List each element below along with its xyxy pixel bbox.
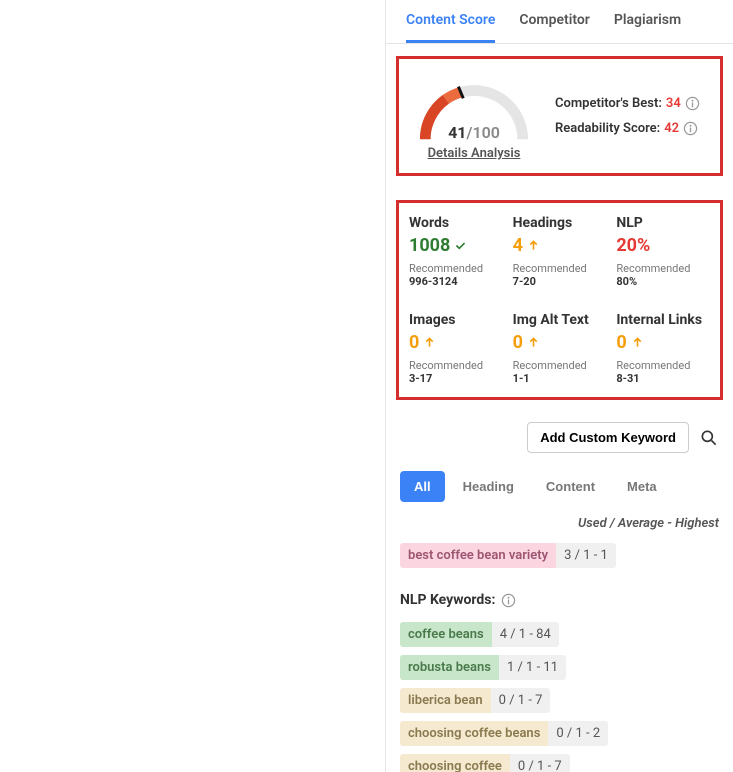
filter-content[interactable]: Content xyxy=(532,471,609,502)
metric-headings: Headings 4 Recommended7-20 xyxy=(513,215,607,288)
competitor-best-row: Competitor's Best: 34 xyxy=(555,96,700,111)
keyword-label: choosing coffee xyxy=(400,754,510,772)
nlp-keywords: coffee beans4 / 1 - 84 robusta beans1 / 1… xyxy=(386,616,733,772)
readability-label: Readability Score: xyxy=(555,121,660,136)
metric-rec-value: 8-31 xyxy=(616,372,710,385)
tabs: Content Score Competitor Plagiarism xyxy=(386,0,733,44)
keyword-stat: 0 / 1 - 7 xyxy=(510,754,570,772)
nlp-section-title: NLP Keywords: xyxy=(386,574,733,616)
info-icon[interactable] xyxy=(501,593,516,608)
readability-row: Readability Score: 42 xyxy=(555,121,700,136)
info-icon[interactable] xyxy=(683,121,698,136)
tab-plagiarism[interactable]: Plagiarism xyxy=(614,12,681,43)
keyword-stat: 0 / 1 - 7 xyxy=(491,688,551,713)
toolbar: Add Custom Keyword xyxy=(386,412,733,463)
keyword-chip[interactable]: best coffee bean variety3 / 1 - 1 xyxy=(400,543,616,568)
keyword-label: liberica bean xyxy=(400,688,491,713)
metric-title: Img Alt Text xyxy=(513,312,607,328)
score-info: Competitor's Best: 34 Readability Score:… xyxy=(555,96,700,136)
metric-rec-label: Recommended xyxy=(513,359,607,372)
keyword-stat: 3 / 1 - 1 xyxy=(556,543,616,568)
metric-rec-label: Recommended xyxy=(409,262,503,275)
filter-meta[interactable]: Meta xyxy=(613,471,671,502)
tab-competitor[interactable]: Competitor xyxy=(519,12,589,43)
readability-value: 42 xyxy=(664,121,679,136)
info-icon[interactable] xyxy=(685,96,700,111)
metric-title: Images xyxy=(409,312,503,328)
competitor-best-value: 34 xyxy=(666,96,681,111)
keyword-label: choosing coffee beans xyxy=(400,721,548,746)
metric-rec-value: 3-17 xyxy=(409,372,503,385)
nlp-section-label: NLP Keywords: xyxy=(400,592,495,608)
score-max: /100 xyxy=(466,123,500,142)
metric-value: 0 xyxy=(513,332,607,353)
metric-images: Images 0 Recommended3-17 xyxy=(409,312,503,385)
keyword-chip[interactable]: liberica bean0 / 1 - 7 xyxy=(400,688,550,713)
gauge: 41/100 Details Analysis xyxy=(409,71,539,161)
metric-rec-label: Recommended xyxy=(409,359,503,372)
metric-title: Internal Links xyxy=(616,312,710,328)
metric-rec-value: 1-1 xyxy=(513,372,607,385)
score-panel: 41/100 Details Analysis Competitor's Bes… xyxy=(396,56,723,176)
filter-heading[interactable]: Heading xyxy=(449,471,528,502)
metric-rec-label: Recommended xyxy=(616,262,710,275)
keyword-label: best coffee bean variety xyxy=(400,543,556,568)
competitor-best-label: Competitor's Best: xyxy=(555,96,662,111)
metric-value: 4 xyxy=(513,235,607,256)
check-icon xyxy=(454,239,467,252)
score-value: 41 xyxy=(448,123,466,142)
metric-title: Words xyxy=(409,215,503,231)
keyword-chip[interactable]: robusta beans1 / 1 - 11 xyxy=(400,655,566,680)
details-analysis-link[interactable]: Details Analysis xyxy=(428,146,521,161)
metric-value: 20% xyxy=(616,235,710,256)
arrow-up-icon xyxy=(527,239,540,252)
metric-value: 1008 xyxy=(409,235,503,256)
metric-rec-value: 80% xyxy=(616,275,710,288)
keyword-label: robusta beans xyxy=(400,655,499,680)
metric-nlp: NLP 20% Recommended80% xyxy=(616,215,710,288)
keyword-chip[interactable]: choosing coffee beans0 / 1 - 2 xyxy=(400,721,608,746)
metric-img-alt-text: Img Alt Text 0 Recommended1-1 xyxy=(513,312,607,385)
metric-rec-value: 7-20 xyxy=(513,275,607,288)
keyword-stat: 0 / 1 - 2 xyxy=(548,721,608,746)
keyword-label: coffee beans xyxy=(400,622,492,647)
right-pane: Content Score Competitor Plagiarism 41/100… xyxy=(385,0,733,772)
metric-value: 0 xyxy=(616,332,710,353)
arrow-up-icon xyxy=(631,336,644,349)
metric-words: Words 1008 Recommended996-3124 xyxy=(409,215,503,288)
metric-rec-value: 996-3124 xyxy=(409,275,503,288)
left-pane xyxy=(0,0,385,772)
arrow-up-icon xyxy=(423,336,436,349)
top-keywords: best coffee bean variety3 / 1 - 1 xyxy=(386,537,733,574)
metric-rec-label: Recommended xyxy=(616,359,710,372)
keyword-chip[interactable]: coffee beans4 / 1 - 84 xyxy=(400,622,559,647)
arrow-up-icon xyxy=(527,336,540,349)
metric-title: NLP xyxy=(616,215,710,231)
metric-rec-label: Recommended xyxy=(513,262,607,275)
filter-all[interactable]: All xyxy=(400,471,445,502)
metric-title: Headings xyxy=(513,215,607,231)
filters: AllHeadingContentMeta xyxy=(386,463,733,510)
add-custom-keyword-button[interactable]: Add Custom Keyword xyxy=(527,422,689,453)
search-icon[interactable] xyxy=(699,428,719,448)
tab-content-score[interactable]: Content Score xyxy=(406,12,495,43)
metric-value: 0 xyxy=(409,332,503,353)
metric-internal-links: Internal Links 0 Recommended8-31 xyxy=(616,312,710,385)
keyword-stat: 4 / 1 - 84 xyxy=(492,622,559,647)
keyword-chip[interactable]: choosing coffee0 / 1 - 7 xyxy=(400,754,570,772)
score-text: 41/100 xyxy=(448,123,500,142)
keyword-stat: 1 / 1 - 11 xyxy=(499,655,566,680)
legend: Used / Average - Highest xyxy=(386,510,733,537)
metrics-panel: Words1008 Recommended996-3124Headings4 R… xyxy=(396,200,723,400)
